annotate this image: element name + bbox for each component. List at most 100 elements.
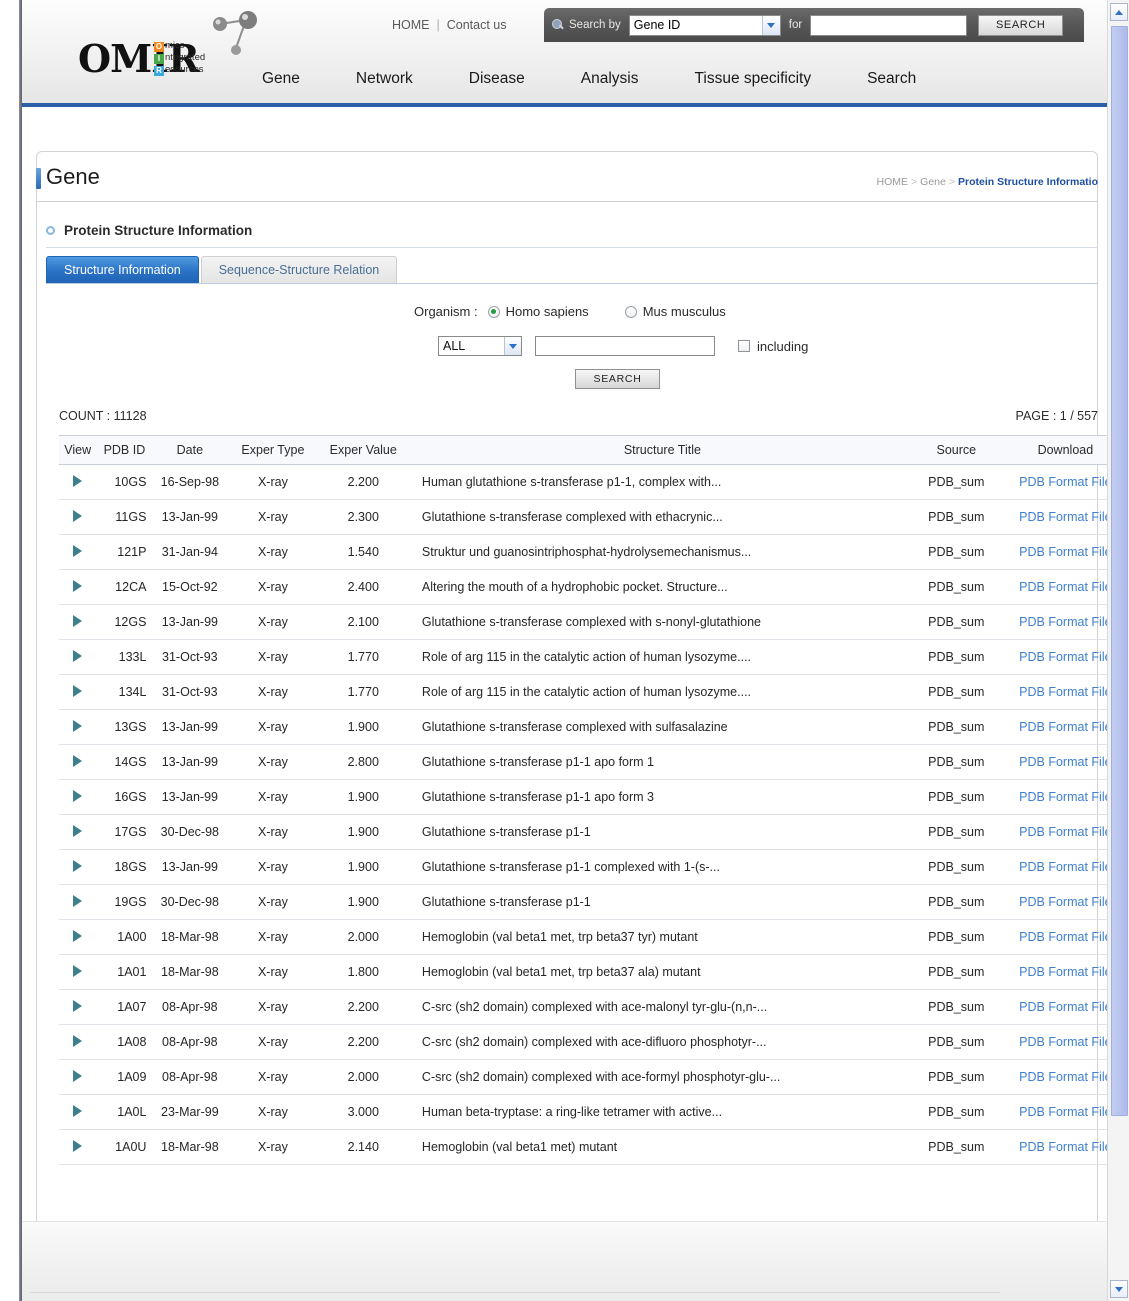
source-cell-text[interactable]: PDB_sum bbox=[928, 1035, 984, 1049]
play-triangle-icon[interactable] bbox=[73, 894, 83, 907]
radio-mus-musculus-control[interactable] bbox=[624, 305, 637, 318]
source-cell[interactable]: PDB_sum bbox=[916, 954, 996, 990]
source-cell[interactable]: PDB_sum bbox=[916, 499, 996, 535]
play-triangle-icon[interactable] bbox=[73, 614, 83, 627]
source-cell[interactable]: PDB_sum bbox=[916, 744, 996, 780]
source-cell-text[interactable]: PDB_sum bbox=[928, 790, 984, 804]
download-cell-text[interactable]: PDB Format File bbox=[1019, 790, 1111, 804]
download-cell-text[interactable]: PDB Format File bbox=[1019, 1070, 1111, 1084]
global-search-button[interactable]: SEARCH bbox=[978, 14, 1064, 36]
source-cell[interactable]: PDB_sum bbox=[916, 674, 996, 710]
scroll-down-button[interactable] bbox=[1110, 1280, 1128, 1298]
play-triangle-icon[interactable] bbox=[73, 474, 83, 487]
download-cell-text[interactable]: PDB Format File bbox=[1019, 1140, 1111, 1154]
view-cell[interactable] bbox=[59, 744, 97, 780]
view-cell[interactable] bbox=[59, 849, 97, 885]
view-cell[interactable] bbox=[59, 709, 97, 745]
play-triangle-icon[interactable] bbox=[73, 1104, 83, 1117]
source-cell[interactable]: PDB_sum bbox=[916, 1024, 996, 1060]
play-triangle-icon[interactable] bbox=[73, 544, 83, 557]
source-cell[interactable]: PDB_sum bbox=[916, 604, 996, 640]
source-cell-text[interactable]: PDB_sum bbox=[928, 965, 984, 979]
view-cell[interactable] bbox=[59, 919, 97, 955]
source-cell-text[interactable]: PDB_sum bbox=[928, 475, 984, 489]
nav-item-disease[interactable]: Disease bbox=[469, 70, 525, 88]
download-cell-text[interactable]: PDB Format File bbox=[1019, 615, 1111, 629]
view-cell[interactable] bbox=[59, 814, 97, 850]
source-cell-text[interactable]: PDB_sum bbox=[928, 1000, 984, 1014]
source-cell-text[interactable]: PDB_sum bbox=[928, 755, 984, 769]
play-triangle-icon[interactable] bbox=[73, 999, 83, 1012]
play-triangle-icon[interactable] bbox=[73, 1034, 83, 1047]
nav-item-gene[interactable]: Gene bbox=[262, 70, 300, 88]
view-cell[interactable] bbox=[59, 954, 97, 990]
source-cell-text[interactable]: PDB_sum bbox=[928, 650, 984, 664]
breadcrumb-home[interactable]: HOME bbox=[877, 176, 909, 188]
view-cell[interactable] bbox=[59, 639, 97, 675]
view-cell[interactable] bbox=[59, 464, 97, 500]
download-cell-text[interactable]: PDB Format File bbox=[1019, 930, 1111, 944]
view-cell[interactable] bbox=[59, 674, 97, 710]
nav-item-search[interactable]: Search bbox=[867, 70, 916, 88]
global-search-input[interactable] bbox=[810, 14, 968, 36]
source-cell[interactable]: PDB_sum bbox=[916, 779, 996, 815]
source-cell[interactable]: PDB_sum bbox=[916, 849, 996, 885]
download-cell-text[interactable]: PDB Format File bbox=[1019, 580, 1111, 594]
source-cell-text[interactable]: PDB_sum bbox=[928, 615, 984, 629]
radio-homo-sapiens[interactable]: Homo sapiens bbox=[487, 304, 589, 319]
source-cell[interactable]: PDB_sum bbox=[916, 569, 996, 605]
view-cell[interactable] bbox=[59, 1094, 97, 1130]
vertical-scrollbar[interactable] bbox=[1107, 0, 1129, 1301]
source-cell-text[interactable]: PDB_sum bbox=[928, 895, 984, 909]
source-cell[interactable]: PDB_sum bbox=[916, 919, 996, 955]
nav-item-tissue-specificity[interactable]: Tissue specificity bbox=[695, 70, 812, 88]
play-triangle-icon[interactable] bbox=[73, 929, 83, 942]
view-cell[interactable] bbox=[59, 1129, 97, 1165]
source-cell-text[interactable]: PDB_sum bbox=[928, 1105, 984, 1119]
play-triangle-icon[interactable] bbox=[73, 859, 83, 872]
view-cell[interactable] bbox=[59, 1024, 97, 1060]
play-triangle-icon[interactable] bbox=[73, 1069, 83, 1082]
breadcrumb-gene[interactable]: Gene bbox=[920, 176, 946, 188]
source-cell[interactable]: PDB_sum bbox=[916, 639, 996, 675]
view-cell[interactable] bbox=[59, 569, 97, 605]
contact-us-link[interactable]: Contact us bbox=[447, 18, 507, 32]
source-cell[interactable]: PDB_sum bbox=[916, 1094, 996, 1130]
play-triangle-icon[interactable] bbox=[73, 824, 83, 837]
play-triangle-icon[interactable] bbox=[73, 684, 83, 697]
download-cell-text[interactable]: PDB Format File bbox=[1019, 1035, 1111, 1049]
download-cell-text[interactable]: PDB Format File bbox=[1019, 510, 1111, 524]
source-cell[interactable]: PDB_sum bbox=[916, 989, 996, 1025]
view-cell[interactable] bbox=[59, 534, 97, 570]
source-cell-text[interactable]: PDB_sum bbox=[928, 860, 984, 874]
play-triangle-icon[interactable] bbox=[73, 509, 83, 522]
source-cell-text[interactable]: PDB_sum bbox=[928, 930, 984, 944]
download-cell-text[interactable]: PDB Format File bbox=[1019, 685, 1111, 699]
view-cell[interactable] bbox=[59, 604, 97, 640]
source-cell-text[interactable]: PDB_sum bbox=[928, 720, 984, 734]
source-cell-text[interactable]: PDB_sum bbox=[928, 1070, 984, 1084]
download-cell-text[interactable]: PDB Format File bbox=[1019, 650, 1111, 664]
download-cell-text[interactable]: PDB Format File bbox=[1019, 895, 1111, 909]
view-cell[interactable] bbox=[59, 779, 97, 815]
source-cell[interactable]: PDB_sum bbox=[916, 464, 996, 500]
nav-item-analysis[interactable]: Analysis bbox=[581, 70, 639, 88]
play-triangle-icon[interactable] bbox=[73, 649, 83, 662]
form-search-button[interactable]: SEARCH bbox=[575, 369, 660, 389]
scrollbar-thumb[interactable] bbox=[1111, 26, 1128, 1116]
play-triangle-icon[interactable] bbox=[73, 719, 83, 732]
download-cell-text[interactable]: PDB Format File bbox=[1019, 720, 1111, 734]
including-checkbox[interactable] bbox=[738, 340, 750, 352]
source-cell[interactable]: PDB_sum bbox=[916, 884, 996, 920]
play-triangle-icon[interactable] bbox=[73, 1139, 83, 1152]
download-cell-text[interactable]: PDB Format File bbox=[1019, 755, 1111, 769]
nav-item-network[interactable]: Network bbox=[356, 70, 413, 88]
search-by-select[interactable]: Gene ID bbox=[628, 14, 781, 36]
download-cell-text[interactable]: PDB Format File bbox=[1019, 860, 1111, 874]
tab-structure-information[interactable]: Structure Information bbox=[46, 256, 199, 283]
radio-mus-musculus[interactable]: Mus musculus bbox=[624, 304, 726, 319]
play-triangle-icon[interactable] bbox=[73, 789, 83, 802]
source-cell-text[interactable]: PDB_sum bbox=[928, 580, 984, 594]
source-cell-text[interactable]: PDB_sum bbox=[928, 1140, 984, 1154]
search-term-input[interactable] bbox=[535, 336, 715, 356]
